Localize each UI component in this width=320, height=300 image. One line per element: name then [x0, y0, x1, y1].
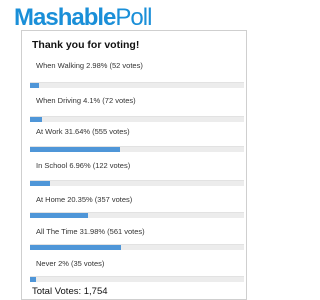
result-bar-track [30, 116, 244, 122]
poll-results-panel: Thank you for voting! When Walking 2.98%… [21, 30, 247, 300]
result-bar-track [30, 276, 244, 282]
option-label-at-home: At Home 20.35% (357 votes) [36, 195, 133, 204]
result-bar-track [30, 212, 244, 218]
result-bar-fill [30, 245, 121, 250]
result-bar-track [30, 82, 244, 88]
result-bar-fill [30, 83, 39, 88]
option-label-at-work: At Work 31.64% (555 votes) [36, 127, 130, 136]
result-bar-fill [30, 147, 120, 152]
mashable-poll-logo: MashablePoll [14, 4, 152, 32]
logo-secondary-text: Poll [115, 4, 152, 31]
result-bar-track [30, 180, 244, 186]
option-label-when-walking: When Walking 2.98% (52 votes) [36, 61, 143, 70]
result-bar-fill [30, 277, 36, 282]
option-label-when-driving: When Driving 4.1% (72 votes) [36, 96, 136, 105]
option-label-all-the-time: All The Time 31.98% (561 votes) [36, 227, 145, 236]
result-bar-fill [30, 213, 88, 218]
option-label-in-school: In School 6.96% (122 votes) [36, 161, 131, 170]
logo-primary-text: Mashable [14, 4, 116, 31]
result-bar-fill [30, 181, 50, 186]
result-bar-fill [30, 117, 42, 122]
thank-you-heading: Thank you for voting! [32, 39, 140, 51]
option-label-never: Never 2% (35 votes) [36, 259, 105, 268]
total-votes: Total Votes: 1,754 [32, 286, 108, 297]
result-bar-track [30, 244, 244, 250]
result-bar-track [30, 146, 244, 152]
